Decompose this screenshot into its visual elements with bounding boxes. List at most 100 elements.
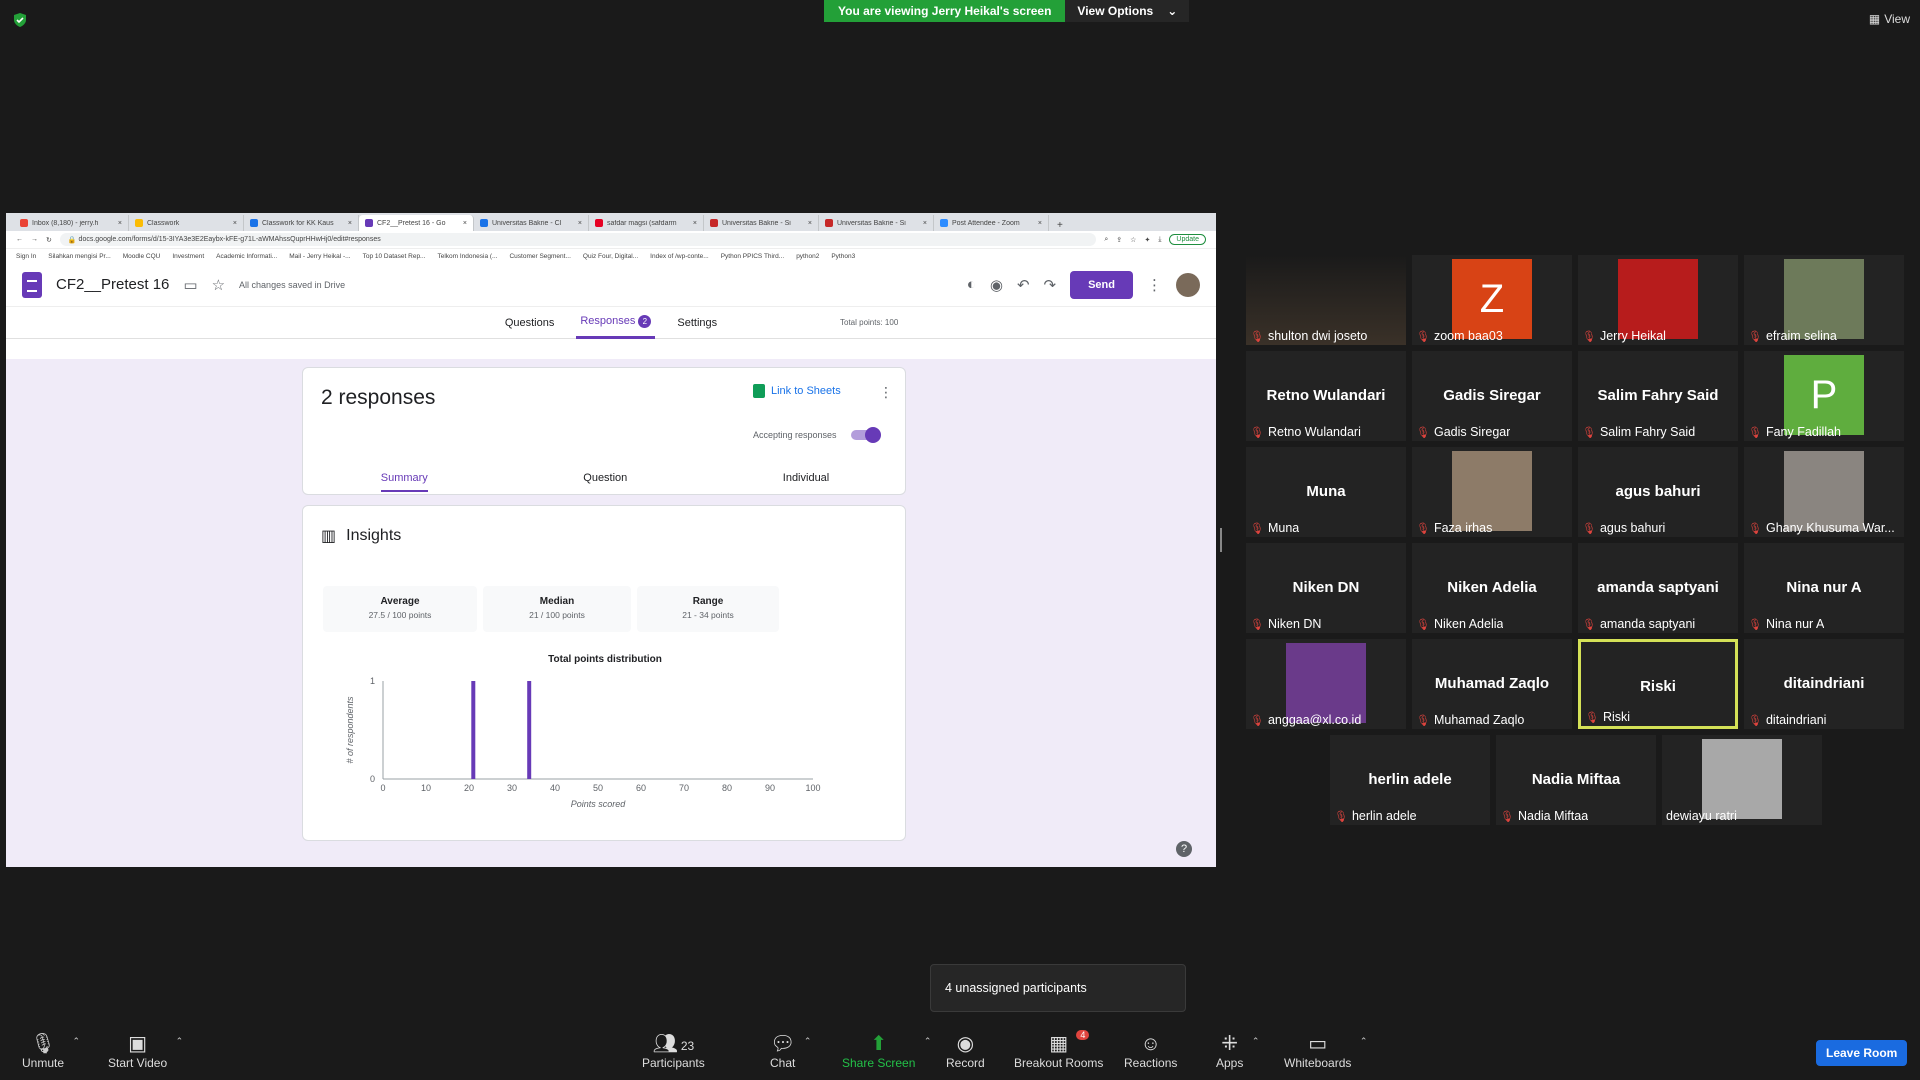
browser-tab[interactable]: safdar magsi (safdarm × [589,215,704,231]
bookmark-item[interactable]: Telkom Indonesia (... [437,253,497,260]
participant-tile[interactable]: 🎙︎ anggaa@xl.co.id [1246,639,1406,729]
bookmark-item[interactable]: Quiz Four, Digital... [583,253,638,260]
responses-more-icon[interactable]: ⋮ [879,384,893,401]
panel-splitter[interactable] [1220,528,1222,552]
zoom-icon[interactable]: ⌕ [1104,236,1108,244]
browser-tab[interactable]: Universitas Bakrie - Si × [819,215,934,231]
send-button[interactable]: Send [1070,270,1133,299]
tab-close-icon[interactable]: × [1038,220,1042,227]
security-shield-icon[interactable] [12,12,28,28]
tab-close-icon[interactable]: × [348,220,352,227]
bookmark-item[interactable]: Academic Informati... [216,253,277,260]
preview-eye-icon[interactable]: ◉ [990,276,1003,294]
account-avatar[interactable] [1176,272,1200,297]
record-button[interactable]: ◉ Record [946,1032,985,1070]
chevron-up-icon[interactable]: ⌃ [924,1036,932,1047]
forward-icon[interactable]: → [31,236,38,243]
participant-tile[interactable]: ditaindriani 🎙︎ ditaindriani [1744,639,1904,729]
subtab-summary[interactable]: Summary [380,472,428,492]
browser-tab[interactable]: CF2__Pretest 16 - Go × [359,215,474,231]
browser-tab[interactable]: Universitas Bakrie - Si × [704,215,819,231]
subtab-individual[interactable]: Individual [783,472,829,492]
participant-tile[interactable]: 🎙︎ Ghany Khusuma War... [1744,447,1904,537]
participant-tile[interactable]: Niken Adelia 🎙︎ Niken Adelia [1412,543,1572,633]
participant-tile[interactable]: Muna 🎙︎ Muna [1246,447,1406,537]
update-button[interactable]: Update [1169,234,1206,245]
browser-tab[interactable]: Classwork for KK Kaus × [244,215,359,231]
form-title[interactable]: CF2__Pretest 16 [56,276,169,293]
star-icon[interactable]: ☆ [212,276,225,294]
participant-tile[interactable]: dewiayu ratri [1662,735,1822,825]
accepting-responses-toggle[interactable] [850,427,881,443]
address-bar[interactable]: 🔒 docs.google.com/forms/d/15-3IYA3e3E2Ea… [59,233,1097,246]
participant-tile[interactable]: Nadia Miftaa 🎙︎ Nadia Miftaa [1496,735,1656,825]
view-options-button[interactable]: View Options ⌄ [1065,0,1190,22]
participant-tile[interactable]: Muhamad Zaqlo 🎙︎ Muhamad Zaqlo [1412,639,1572,729]
extensions-icon[interactable]: ✦ [1144,236,1150,244]
chevron-up-icon[interactable]: ⌃ [1360,1036,1368,1047]
chat-button[interactable]: 💬︎ Chat ⌃ [770,1032,811,1070]
participant-tile[interactable]: Riski 🎙︎ Riski [1578,639,1738,729]
tab-close-icon[interactable]: × [463,220,467,227]
participant-tile[interactable]: P 🎙︎ Fany Fadillah [1744,351,1904,441]
participant-tile[interactable]: Salim Fahry Said 🎙︎ Salim Fahry Said [1578,351,1738,441]
palette-icon[interactable]: ◐ [967,276,976,293]
bookmark-item[interactable]: python2 [796,253,819,260]
participant-tile[interactable]: agus bahuri 🎙︎ agus bahuri [1578,447,1738,537]
chevron-up-icon[interactable]: ⌃ [1252,1036,1260,1047]
chevron-up-icon[interactable]: ⌃ [176,1036,184,1047]
bookmark-item[interactable]: Investment [172,253,204,260]
tab-close-icon[interactable]: × [118,220,122,227]
bookmark-item[interactable]: Sign In [16,253,36,260]
browser-tab[interactable]: Universitas Bakrie - Cl × [474,215,589,231]
forms-logo-icon[interactable] [22,271,42,298]
back-icon[interactable]: ← [16,236,23,243]
whiteboards-button[interactable]: ▭ Whiteboards ⌃ [1284,1032,1367,1070]
tab-close-icon[interactable]: × [693,220,697,227]
tab-close-icon[interactable]: × [923,220,927,227]
participant-tile[interactable]: Retno Wulandari 🎙︎ Retno Wulandari [1246,351,1406,441]
start-video-button[interactable]: ▣ Start Video ⌃ [108,1032,183,1070]
unmute-button[interactable]: 🎙︎ Unmute ⌃ [22,1032,80,1070]
tab-close-icon[interactable]: × [578,220,582,227]
tab-settings[interactable]: Settings [673,309,721,337]
participant-tile[interactable]: Nina nur A 🎙︎ Nina nur A [1744,543,1904,633]
participant-tile[interactable]: Niken DN 🎙︎ Niken DN [1246,543,1406,633]
participant-tile[interactable]: 🎙︎ shulton dwi joseto [1246,255,1406,345]
bookmark-star-icon[interactable]: ☆ [1130,236,1136,244]
bookmark-item[interactable]: Customer Segment... [509,253,570,260]
participant-tile[interactable]: 🎙︎ efraim selina [1744,255,1904,345]
download-icon[interactable]: ⤓ [1158,236,1161,244]
tab-responses[interactable]: Responses 2 [576,307,656,339]
chevron-up-icon[interactable]: ⌃ [804,1036,812,1047]
leave-room-button[interactable]: Leave Room [1816,1040,1908,1066]
share-icon[interactable]: ⇪ [1116,236,1122,244]
more-vert-icon[interactable]: ⋮ [1147,276,1162,294]
browser-tab[interactable]: Post Attendee - Zoom × [934,215,1049,231]
participants-button[interactable]: 👥︎ 23 Participants [642,1032,705,1070]
redo-icon[interactable]: ↷ [1044,276,1057,294]
browser-tab[interactable]: Inbox (8,180) - jerry.h × [14,215,129,231]
breakout-rooms-button[interactable]: ▦ 4 Breakout Rooms [1014,1030,1103,1070]
new-tab-icon[interactable]: + [1049,220,1071,231]
participant-tile[interactable]: 🎙︎ Jerry Heikal [1578,255,1738,345]
subtab-question[interactable]: Question [583,472,627,492]
browser-tab[interactable]: Classwork × [129,215,244,231]
tab-questions[interactable]: Questions [501,309,559,337]
apps-button[interactable]: ⁜ Apps ⌃ [1216,1032,1259,1070]
undo-icon[interactable]: ↶ [1017,276,1030,294]
bookmark-item[interactable]: Mail - Jerry Heikal -... [289,253,350,260]
help-icon[interactable]: ? [1176,841,1192,857]
bookmark-item[interactable]: Python3 [831,253,855,260]
view-button[interactable]: ▦ View [1869,12,1910,26]
participant-tile[interactable]: 🎙︎ Faza irhas [1412,447,1572,537]
bookmark-item[interactable]: Python PPICS Third... [721,253,784,260]
reload-icon[interactable]: ↻ [46,236,52,244]
folder-icon[interactable]: ▭ [183,276,197,294]
tab-close-icon[interactable]: × [808,220,812,227]
bookmark-item[interactable]: Index of /wp-conte... [650,253,709,260]
bookmark-item[interactable]: Moodle CQU [123,253,161,260]
participant-tile[interactable]: herlin adele 🎙︎ herlin adele [1330,735,1490,825]
participant-tile[interactable]: Z 🎙︎ zoom baa03 [1412,255,1572,345]
bookmark-item[interactable]: Top 10 Dataset Rep... [363,253,426,260]
